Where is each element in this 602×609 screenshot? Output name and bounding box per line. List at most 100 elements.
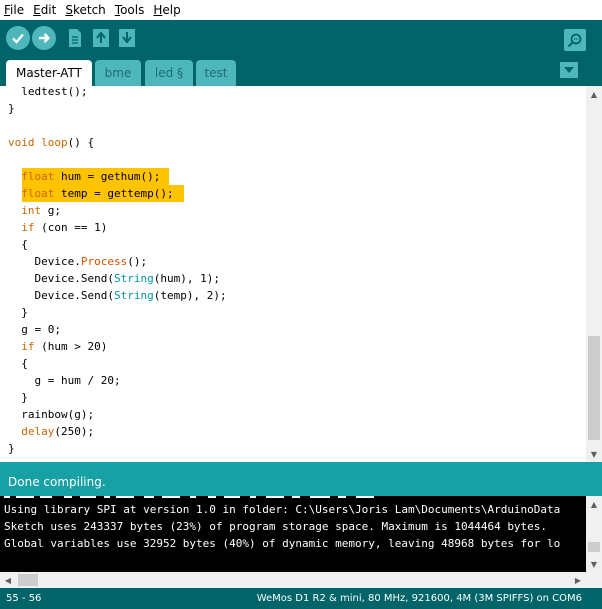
- code-token: Device.: [8, 255, 81, 268]
- menu-file-label: ile: [10, 3, 25, 17]
- menu-bar: File Edit Sketch Tools Help: [0, 0, 602, 20]
- code-token: if: [21, 221, 35, 234]
- code-line: Device.Process();: [8, 253, 147, 270]
- code-line: g = hum / 20;: [8, 372, 121, 389]
- code-token: g;: [41, 204, 61, 217]
- code-token: String: [113, 272, 154, 285]
- menu-help[interactable]: Help: [153, 0, 180, 20]
- code-token: float: [21, 170, 55, 183]
- code-line: delay(250);: [8, 423, 94, 440]
- code-line: void loop() {: [8, 134, 94, 151]
- board-info: WeMos D1 R2 & mini, 80 MHz, 921600, 4M (…: [256, 593, 582, 604]
- code-token: Device.Send(: [8, 289, 114, 302]
- footer-bar: 55 - 56 WeMos D1 R2 & mini, 80 MHz, 9216…: [0, 588, 602, 609]
- code-token: (hum), 1);: [153, 272, 220, 285]
- editor-vertical-scrollbar[interactable]: ▲ ▼: [586, 86, 602, 462]
- upload-icon: [39, 33, 51, 43]
- menu-sketch-mnemonic: S: [65, 3, 73, 17]
- code-token: loop: [41, 136, 68, 149]
- scroll-right-icon[interactable]: ▶: [570, 572, 586, 588]
- code-token: g = hum / 20;: [8, 374, 121, 387]
- serial-monitor-icon: [567, 33, 582, 48]
- upload-button[interactable]: [32, 26, 56, 50]
- code-token: (temp), 2);: [153, 289, 227, 302]
- code-line: }: [8, 389, 28, 406]
- tab-test[interactable]: test: [196, 60, 236, 86]
- scrollbar-thumb[interactable]: [588, 336, 600, 440]
- code-token: }: [8, 102, 15, 115]
- status-bar: Done compiling.: [0, 462, 602, 496]
- code-line: Device.Send(String(hum), 1);: [8, 270, 220, 287]
- menu-file[interactable]: File: [4, 0, 24, 20]
- tab-led[interactable]: led §: [145, 60, 193, 86]
- code-token: (con == 1): [34, 221, 108, 234]
- menu-help-label: elp: [162, 3, 181, 17]
- code-token: delay: [21, 425, 55, 438]
- console-output[interactable]: Using library SPI at version 1.0 in fold…: [0, 496, 586, 572]
- code-token: Process: [80, 255, 128, 268]
- menu-tools-label: ools: [120, 3, 145, 17]
- chevron-down-icon: [564, 67, 574, 73]
- code-token: (250);: [54, 425, 95, 438]
- scroll-down-icon[interactable]: ▼: [586, 446, 602, 462]
- code-token: () {: [67, 136, 95, 149]
- code-token: ();: [127, 255, 148, 268]
- code-token: }: [8, 306, 28, 319]
- new-button[interactable]: [64, 26, 86, 50]
- console-line: Sketch uses 243337 bytes (23%) of progra…: [4, 520, 548, 533]
- code-line: Device.Send(String(temp), 2);: [8, 287, 227, 304]
- scrollbar-thumb[interactable]: [588, 542, 600, 552]
- code-token: g = 0;: [8, 323, 61, 336]
- menu-tools[interactable]: Tools: [115, 0, 145, 20]
- console-horizontal-scrollbar[interactable]: ◀ ▶: [0, 572, 586, 588]
- code-line: g = 0;: [8, 321, 61, 338]
- code-token: }: [8, 442, 15, 455]
- serial-monitor-button[interactable]: [564, 29, 586, 51]
- code-token: if: [21, 340, 35, 353]
- code-token: }: [8, 391, 28, 404]
- code-token: String: [113, 289, 154, 302]
- code-line: {: [8, 355, 28, 372]
- code-token: ledtest();: [8, 86, 88, 98]
- code-token: Device.Send(: [8, 272, 114, 285]
- code-line: }: [8, 440, 15, 457]
- scroll-down-icon[interactable]: ▼: [586, 556, 602, 572]
- scroll-up-icon[interactable]: ▲: [586, 86, 602, 102]
- code-editor[interactable]: ledtest();} void loop() { float hum = get…: [0, 86, 586, 462]
- new-icon: [69, 29, 81, 47]
- code-token: {: [8, 357, 28, 370]
- code-line: }: [8, 100, 15, 117]
- scroll-left-icon[interactable]: ◀: [0, 572, 16, 588]
- code-line: int g;: [8, 202, 61, 219]
- scrollbar-corner: [586, 572, 602, 588]
- scroll-up-icon[interactable]: ▲: [586, 496, 602, 512]
- code-line: rainbow(g);: [8, 406, 94, 423]
- code-token: void: [8, 136, 35, 149]
- menu-edit-mnemonic: E: [33, 3, 41, 17]
- code-line: {: [8, 236, 28, 253]
- save-button[interactable]: [116, 26, 138, 50]
- toolbar: [0, 20, 602, 56]
- menu-sketch[interactable]: Sketch: [65, 0, 105, 20]
- verify-button[interactable]: [6, 26, 30, 50]
- code-token: hum = gethum();: [54, 170, 161, 183]
- menu-edit[interactable]: Edit: [33, 0, 56, 20]
- console-vertical-scrollbar[interactable]: ▲ ▼: [586, 496, 602, 572]
- console-line: Using library SPI at version 1.0 in fold…: [4, 503, 561, 516]
- open-button[interactable]: [90, 26, 112, 50]
- tab-master-att[interactable]: Master-ATT: [6, 60, 92, 86]
- code-token: int: [21, 204, 42, 217]
- code-line: if (hum > 20): [8, 338, 107, 355]
- code-line: float temp = gettemp();: [8, 185, 173, 202]
- code-token: {: [8, 238, 28, 251]
- scrollbar-thumb[interactable]: [18, 574, 38, 586]
- tab-menu-button[interactable]: [560, 62, 578, 78]
- tab-bar: Master-ATT bme led § test: [0, 56, 602, 86]
- menu-edit-label: dit: [40, 3, 57, 17]
- tab-bme[interactable]: bme: [95, 60, 141, 86]
